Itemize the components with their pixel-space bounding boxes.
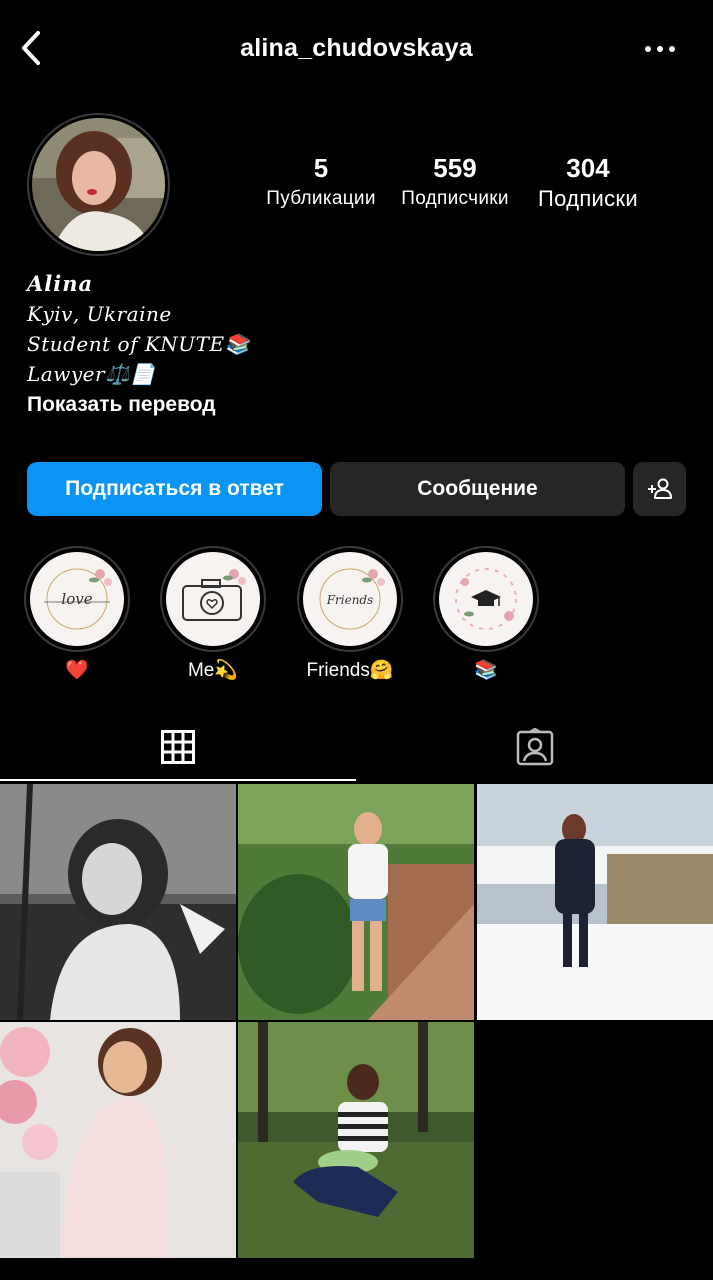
highlight-friends[interactable]: Friends Friends🤗 — [297, 546, 403, 684]
suggested-accounts-button[interactable] — [633, 462, 686, 516]
post-thumbnail[interactable] — [0, 1022, 236, 1258]
post-thumbnail[interactable] — [238, 784, 474, 1020]
show-translation-link[interactable]: Показать перевод — [27, 389, 647, 421]
profile-username: alina_chudovskaya — [240, 34, 473, 62]
profile-avatar[interactable] — [27, 113, 170, 256]
grid-icon — [161, 730, 195, 764]
highlight-cover-text: love — [61, 590, 92, 608]
post-thumbnail[interactable] — [477, 784, 713, 1020]
highlight-label: ❤️ — [65, 660, 89, 681]
message-button[interactable]: Сообщение — [330, 462, 625, 516]
following-count-label: Подписки — [538, 186, 638, 211]
highlight-cover — [166, 552, 260, 646]
followers-count-value: 559 — [433, 153, 477, 183]
profile-tabs — [0, 712, 713, 782]
highlight-ring: Friends — [297, 546, 403, 652]
bio-name: 𝑨𝒍𝒊𝒏𝒂 — [27, 271, 94, 296]
following-count-value: 304 — [566, 153, 610, 183]
avatar-image — [32, 118, 165, 251]
active-tab-indicator — [0, 779, 356, 781]
posts-count-value: 5 — [313, 153, 329, 183]
highlight-study[interactable]: 📚 — [433, 546, 539, 684]
highlight-me[interactable]: Me💫 — [160, 546, 266, 684]
highlight-love[interactable]: love ❤️ — [24, 546, 130, 684]
highlight-ring — [160, 546, 266, 652]
bio-line-profession: 𝐿𝑎𝑤𝑦𝑒𝑟⚖️📄 — [27, 362, 156, 386]
highlight-label: Friends🤗 — [306, 660, 394, 681]
highlight-label: 📚 — [474, 660, 498, 681]
add-person-icon — [647, 478, 672, 499]
tagged-person-icon — [516, 728, 554, 766]
graduation-cap-icon — [455, 568, 517, 630]
highlight-label: Me💫 — [187, 660, 239, 681]
following-count[interactable]: 304 Подписки — [526, 152, 650, 214]
profile-bio: 𝑨𝒍𝒊𝒏𝒂 𝐾𝑦𝑖𝑣, 𝑈𝑘𝑟𝑎𝑖𝑛𝑒 𝑆𝑡𝑢𝑑𝑒𝑛𝑡 𝑜𝑓 𝐾𝑁𝑈𝑇𝐸📚 𝐿𝑎… — [27, 268, 647, 421]
followers-count-label: Подписчики — [401, 188, 509, 209]
bio-line-study: 𝑆𝑡𝑢𝑑𝑒𝑛𝑡 𝑜𝑓 𝐾𝑁𝑈𝑇𝐸📚 — [27, 332, 250, 356]
highlight-cover: love — [30, 552, 124, 646]
camera-icon — [182, 569, 246, 621]
highlight-cover-text: Friends — [326, 593, 374, 607]
post-thumbnail[interactable] — [238, 1022, 474, 1258]
highlight-ring: love — [24, 546, 130, 652]
highlight-cover: Friends — [303, 552, 397, 646]
posts-count-label: Публикации — [266, 188, 376, 209]
follow-back-button[interactable]: Подписаться в ответ — [27, 462, 322, 516]
more-options-button[interactable] — [643, 38, 677, 60]
highlight-cover — [439, 552, 533, 646]
tab-tagged[interactable] — [357, 712, 713, 782]
bio-line-location: 𝐾𝑦𝑖𝑣, 𝑈𝑘𝑟𝑎𝑖𝑛𝑒 — [27, 302, 172, 326]
more-horizontal-icon — [645, 46, 675, 52]
top-bar: alina_chudovskaya — [0, 0, 713, 96]
highlight-ring — [433, 546, 539, 652]
tab-posts-grid[interactable] — [0, 712, 356, 782]
posts-count[interactable]: 5 Публикации — [258, 152, 384, 214]
followers-count[interactable]: 559 Подписчики — [392, 152, 518, 214]
post-thumbnail[interactable] — [0, 784, 236, 1020]
